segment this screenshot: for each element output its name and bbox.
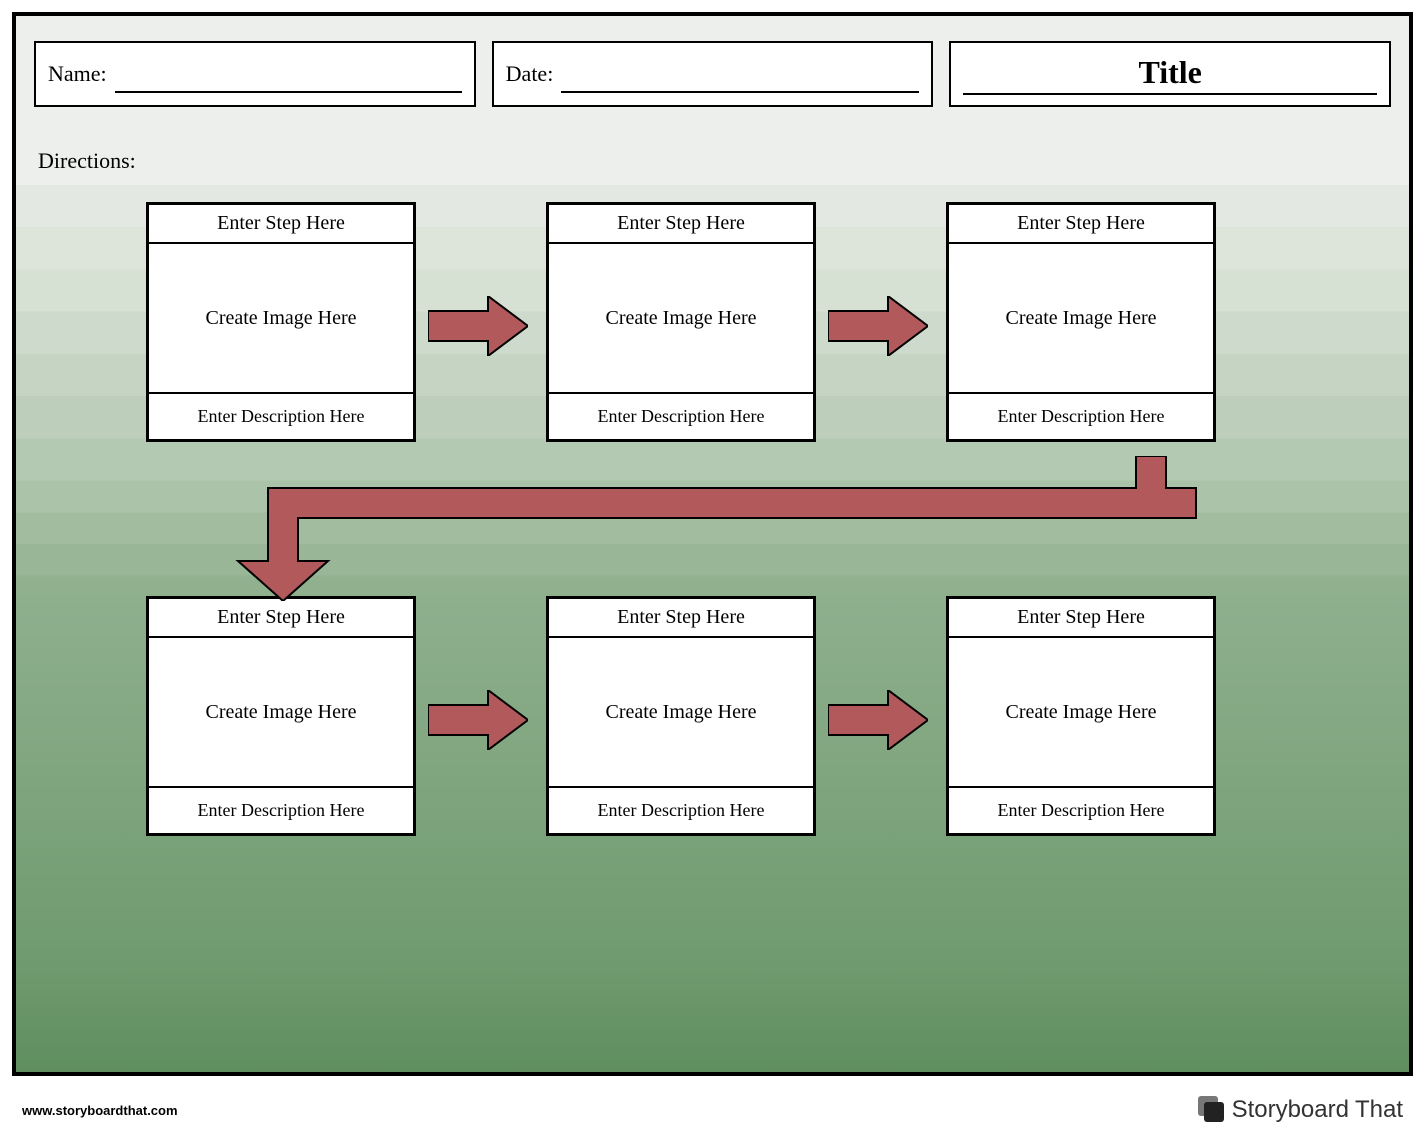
arrow-right-icon	[828, 296, 928, 356]
header-row: Name: Date: Title	[34, 41, 1391, 107]
name-label: Name:	[48, 61, 107, 87]
arrow-right-icon	[428, 296, 528, 356]
step-title[interactable]: Enter Step Here	[149, 599, 413, 638]
arrow-return-icon	[206, 456, 1206, 601]
brand-text-1: Storyboard	[1232, 1096, 1349, 1124]
step-title[interactable]: Enter Step Here	[949, 205, 1213, 244]
step-card-1[interactable]: Enter Step Here Create Image Here Enter …	[146, 202, 416, 442]
step-image-placeholder[interactable]: Create Image Here	[549, 638, 813, 788]
step-description[interactable]: Enter Description Here	[149, 788, 413, 833]
step-description[interactable]: Enter Description Here	[949, 394, 1213, 439]
name-field[interactable]: Name:	[34, 41, 476, 107]
page: Name: Date: Title Directions: Enter Step…	[0, 0, 1425, 1132]
step-description[interactable]: Enter Description Here	[149, 394, 413, 439]
date-field[interactable]: Date:	[492, 41, 934, 107]
worksheet-canvas: Name: Date: Title Directions: Enter Step…	[12, 12, 1413, 1076]
name-input-line[interactable]	[115, 55, 462, 92]
step-image-placeholder[interactable]: Create Image Here	[949, 638, 1213, 788]
brand-logo: StoryboardThat	[1198, 1096, 1403, 1124]
step-description[interactable]: Enter Description Here	[549, 788, 813, 833]
arrow-right-icon	[828, 690, 928, 750]
step-image-placeholder[interactable]: Create Image Here	[949, 244, 1213, 394]
step-card-5[interactable]: Enter Step Here Create Image Here Enter …	[546, 596, 816, 836]
step-description[interactable]: Enter Description Here	[549, 394, 813, 439]
date-label: Date:	[506, 61, 554, 87]
step-card-2[interactable]: Enter Step Here Create Image Here Enter …	[546, 202, 816, 442]
arrow-right-icon	[428, 690, 528, 750]
title-label: Title	[963, 54, 1377, 95]
brand-text-2: That	[1355, 1096, 1403, 1124]
footer-url: www.storyboardthat.com	[22, 1103, 178, 1118]
step-image-placeholder[interactable]: Create Image Here	[549, 244, 813, 394]
directions-label: Directions:	[38, 148, 136, 174]
storyboard-icon	[1198, 1096, 1226, 1124]
step-title[interactable]: Enter Step Here	[949, 599, 1213, 638]
step-image-placeholder[interactable]: Create Image Here	[149, 638, 413, 788]
step-title[interactable]: Enter Step Here	[549, 205, 813, 244]
title-field[interactable]: Title	[949, 41, 1391, 107]
step-title[interactable]: Enter Step Here	[549, 599, 813, 638]
step-image-placeholder[interactable]: Create Image Here	[149, 244, 413, 394]
step-card-6[interactable]: Enter Step Here Create Image Here Enter …	[946, 596, 1216, 836]
step-card-4[interactable]: Enter Step Here Create Image Here Enter …	[146, 596, 416, 836]
step-description[interactable]: Enter Description Here	[949, 788, 1213, 833]
footer: www.storyboardthat.com StoryboardThat	[22, 1096, 1403, 1124]
step-card-3[interactable]: Enter Step Here Create Image Here Enter …	[946, 202, 1216, 442]
date-input-line[interactable]	[561, 55, 919, 92]
step-title[interactable]: Enter Step Here	[149, 205, 413, 244]
